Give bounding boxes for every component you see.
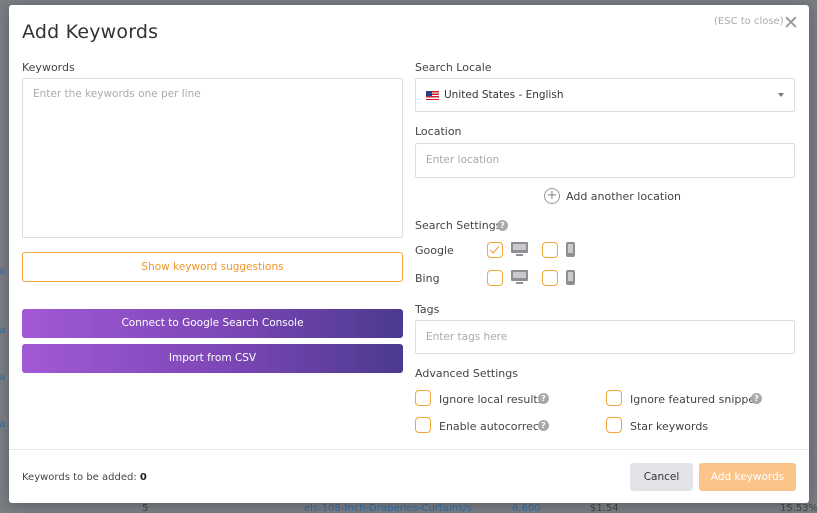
ignore-featured-help-icon[interactable]: ?	[751, 393, 762, 404]
location-input[interactable]: Enter location	[415, 143, 795, 178]
tags-placeholder: Enter tags here	[426, 331, 508, 343]
keywords-count-value: 0	[139, 472, 147, 483]
search-locale-select[interactable]: United States - English	[415, 78, 795, 112]
enable-autocorrect-checkbox[interactable]	[415, 417, 431, 433]
add-keywords-modal: Add Keywords (ESC to close) ✕ Keywords E…	[9, 5, 809, 503]
ignore-local-results-checkbox[interactable]	[415, 390, 431, 406]
ignore-local-help-icon[interactable]: ?	[538, 393, 549, 404]
location-placeholder: Enter location	[426, 154, 500, 166]
keywords-textarea[interactable]: Enter the keywords one per line	[22, 78, 403, 238]
keywords-count: Keywords to be added: 0	[22, 472, 147, 483]
esc-hint: (ESC to close)	[714, 16, 784, 27]
modal-title: Add Keywords	[22, 21, 159, 43]
engine-label-google: Google	[415, 244, 454, 257]
search-locale-label: Search Locale	[415, 61, 492, 74]
google-mobile-checkbox[interactable]	[542, 242, 558, 258]
add-keywords-button[interactable]: Add keywords	[699, 463, 796, 491]
autocorrect-help-icon[interactable]: ?	[538, 420, 549, 431]
bg-cpc: $1.54	[590, 503, 619, 513]
footer-divider	[9, 449, 809, 450]
mobile-icon	[566, 270, 575, 285]
bg-rank: 5	[142, 503, 149, 513]
engine-label-bing: Bing	[415, 272, 440, 285]
bg-keyword: els-108-Inch-Draperies-Curtains/s	[304, 503, 472, 513]
connect-gsc-button[interactable]: Connect to Google Search Console	[22, 309, 403, 338]
cancel-button[interactable]: Cancel	[630, 463, 693, 491]
mobile-icon	[566, 242, 575, 257]
tags-label: Tags	[415, 303, 440, 316]
bg-fragment: sa	[0, 266, 6, 277]
bg-fragment: sa	[0, 325, 6, 336]
import-csv-button[interactable]: Import from CSV	[22, 344, 403, 373]
search-locale-value: United States - English	[444, 89, 564, 101]
bg-table-row: 5 els-108-Inch-Draperies-Curtains/s 6,60…	[70, 503, 817, 513]
keywords-count-label: Keywords to be added:	[22, 472, 137, 483]
advanced-settings-label: Advanced Settings	[415, 367, 518, 380]
us-flag-icon	[426, 91, 439, 100]
desktop-icon	[511, 242, 528, 257]
location-label: Location	[415, 125, 462, 138]
bing-desktop-checkbox[interactable]	[487, 270, 503, 286]
keywords-placeholder: Enter the keywords one per line	[33, 88, 201, 100]
close-icon[interactable]: ✕	[782, 14, 800, 33]
bg-percent: 15.53%	[780, 503, 817, 513]
ignore-featured-snippet-checkbox[interactable]	[606, 390, 622, 406]
tags-input[interactable]: Enter tags here	[415, 320, 795, 354]
show-suggestions-button[interactable]: Show keyword suggestions	[22, 252, 403, 282]
add-another-location-link[interactable]: Add another location	[566, 190, 681, 203]
google-desktop-checkbox[interactable]	[487, 242, 503, 258]
chevron-down-icon	[778, 93, 784, 97]
keywords-label: Keywords	[22, 61, 75, 74]
add-location-plus-icon[interactable]: +	[544, 188, 560, 204]
star-keywords-checkbox[interactable]	[606, 417, 622, 433]
search-settings-label: Search Settings	[415, 219, 502, 232]
star-keywords-label: Star keywords	[630, 420, 709, 433]
ignore-local-results-label: Ignore local results	[439, 393, 544, 406]
bg-fragment: sa	[0, 372, 6, 383]
bg-volume: 6,600	[512, 503, 541, 513]
enable-autocorrect-label: Enable autocorrect	[439, 420, 544, 433]
bg-fragment: sa	[0, 419, 6, 430]
ignore-featured-snippet-label: Ignore featured snippet	[630, 393, 760, 406]
desktop-icon	[511, 270, 528, 285]
search-settings-help-icon[interactable]: ?	[497, 220, 508, 231]
bing-mobile-checkbox[interactable]	[542, 270, 558, 286]
